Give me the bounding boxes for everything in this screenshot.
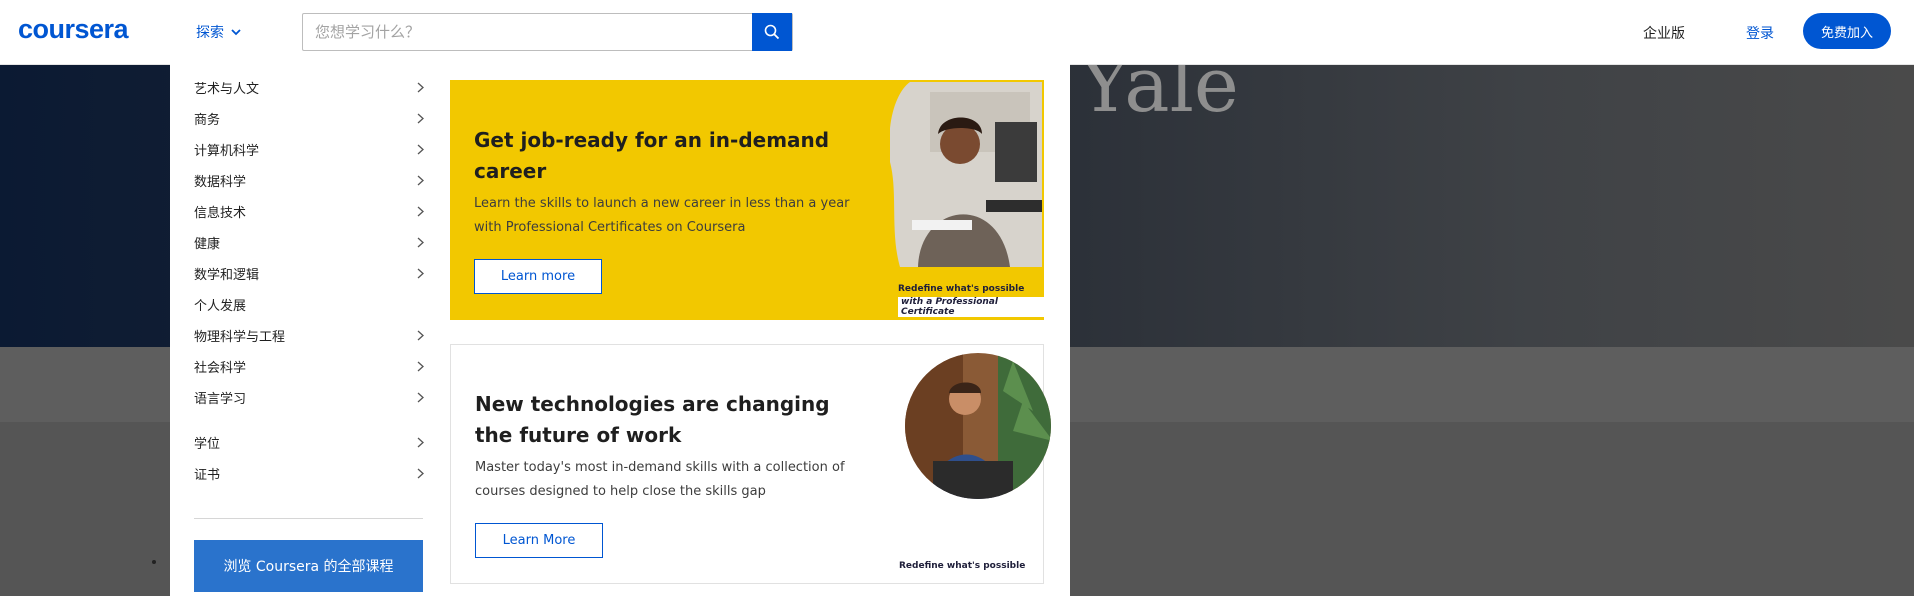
join-free-button[interactable]: 免费加入 xyxy=(1803,13,1891,49)
menu-divider xyxy=(194,518,423,519)
explore-menu-button[interactable]: 探索 xyxy=(196,22,242,42)
chevron-right-icon xyxy=(417,206,424,217)
category-label: 数学和逻辑 xyxy=(194,268,260,283)
category-label: 艺术与人文 xyxy=(194,82,260,97)
enterprise-link[interactable]: 企业版 xyxy=(1643,23,1685,43)
promo-title: Get job-ready for an in-demand career xyxy=(474,128,830,183)
search-button[interactable] xyxy=(752,13,792,51)
chevron-down-icon xyxy=(231,29,241,36)
promo-photo xyxy=(905,353,1051,499)
search-icon xyxy=(764,24,780,40)
promo-tagline-sub: with a Professional Certificate xyxy=(898,297,1044,317)
category-label: 社会科学 xyxy=(194,361,247,376)
program-label: 证书 xyxy=(194,468,221,483)
chevron-right-icon xyxy=(417,468,424,479)
chevron-right-icon xyxy=(417,437,424,448)
chevron-right-icon xyxy=(417,330,424,341)
category-label: 数据科学 xyxy=(194,175,247,190)
promo-tagline: Redefine what's possible xyxy=(899,561,1026,571)
promo-photo xyxy=(890,82,1042,267)
search-box xyxy=(302,13,793,51)
login-link[interactable]: 登录 xyxy=(1746,23,1774,43)
chevron-right-icon xyxy=(417,82,424,93)
chevron-right-icon xyxy=(417,113,424,124)
chevron-right-icon xyxy=(417,392,424,403)
promo-description: Learn the skills to launch a new career … xyxy=(474,196,850,235)
chevron-right-icon xyxy=(417,361,424,372)
chevron-right-icon xyxy=(417,175,424,186)
browse-all-courses-button[interactable]: 浏览 Coursera 的全部课程 xyxy=(194,540,423,592)
bullet-dot xyxy=(152,560,156,564)
category-label: 物理科学与工程 xyxy=(194,330,286,345)
promo-description: Master today's most in-demand skills wit… xyxy=(475,460,845,499)
chevron-right-icon xyxy=(417,237,424,248)
category-label: 个人发展 xyxy=(194,299,247,314)
category-label: 商务 xyxy=(194,113,221,128)
promo-title: New technologies are changing the future… xyxy=(475,392,830,447)
category-label: 语言学习 xyxy=(194,392,247,407)
coursera-logo[interactable]: coursera xyxy=(18,14,129,45)
category-label: 信息技术 xyxy=(194,206,247,221)
chevron-right-icon xyxy=(417,268,424,279)
search-input[interactable] xyxy=(303,14,767,50)
category-label: 计算机科学 xyxy=(194,144,260,159)
explore-label: 探索 xyxy=(196,25,224,41)
explore-dropdown: 艺术与人文 商务 计算机科学 数据科学 信息技术 健康 数学和逻辑 个人发展 物… xyxy=(170,56,1070,596)
category-label: 健康 xyxy=(194,237,221,252)
promo-card-professional-certificates[interactable]: Get job-ready for an in-demand career Le… xyxy=(450,80,1044,320)
program-label: 学位 xyxy=(194,437,221,452)
chevron-right-icon xyxy=(417,144,424,155)
promo-tagline: Redefine what's possible xyxy=(898,284,1025,294)
learn-more-button[interactable]: Learn more xyxy=(474,259,602,294)
promo-card-future-of-work[interactable]: New technologies are changing the future… xyxy=(450,344,1051,584)
learn-more-button[interactable]: Learn More xyxy=(475,523,603,558)
